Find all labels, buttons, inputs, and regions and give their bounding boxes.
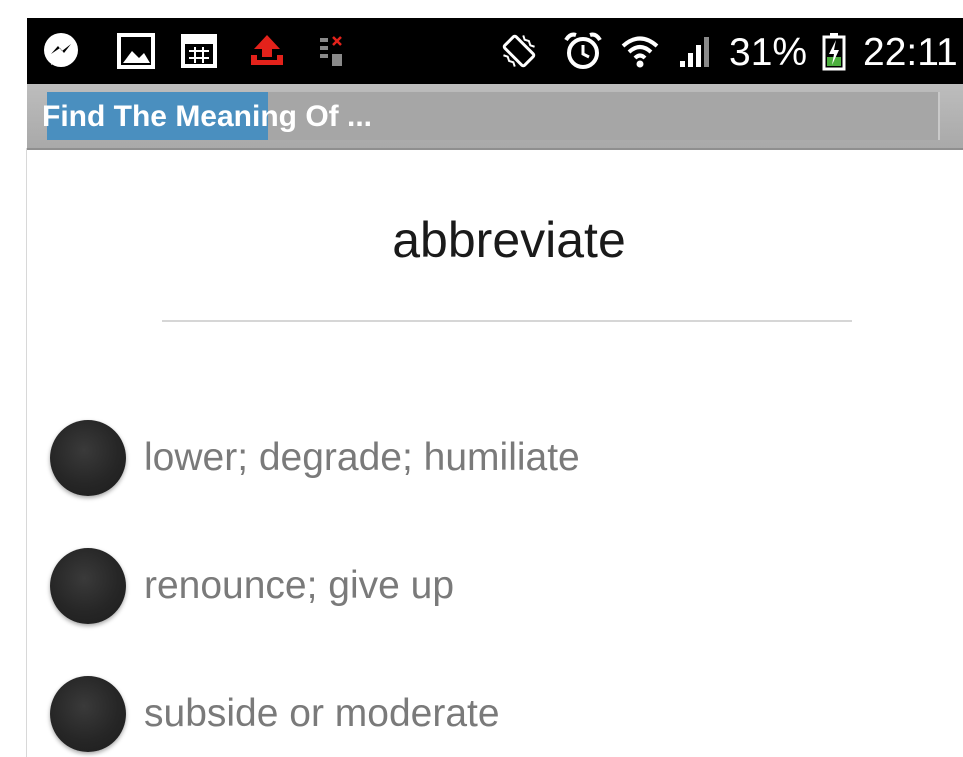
sim-icon: [315, 18, 347, 84]
answer-label[interactable]: subside or moderate: [144, 692, 500, 736]
app-title: Find The Meaning Of ...: [42, 100, 372, 133]
screen-left-margin: [0, 0, 27, 757]
alarm-icon: [559, 18, 607, 84]
signal-icon: [673, 18, 719, 84]
answer-option-1[interactable]: lower; degrade; humiliate: [50, 416, 580, 500]
answer-option-2[interactable]: renounce; give up: [50, 544, 454, 628]
answer-label[interactable]: lower; degrade; humiliate: [144, 436, 580, 480]
answer-label[interactable]: renounce; give up: [144, 564, 454, 608]
status-bar: 31% 22:11: [27, 18, 963, 84]
gallery-icon: [115, 18, 157, 84]
clock: 22:11: [863, 31, 958, 74]
quiz-word: abbreviate: [392, 212, 626, 268]
radio-button[interactable]: [50, 548, 126, 624]
vibrate-icon: [493, 18, 545, 84]
app-screen: 31% 22:11 Find The Meaning Of ... abbrev…: [0, 0, 963, 757]
upload-icon: [245, 18, 289, 84]
divider: [162, 320, 852, 322]
battery-percent: 31%: [729, 31, 808, 74]
radio-button[interactable]: [50, 420, 126, 496]
battery-charging-icon: [819, 18, 849, 84]
radio-button[interactable]: [50, 676, 126, 752]
wifi-icon: [617, 18, 663, 84]
messenger-icon: [37, 18, 85, 84]
answer-option-3[interactable]: subside or moderate: [50, 672, 500, 756]
calendar-icon: [179, 18, 219, 84]
